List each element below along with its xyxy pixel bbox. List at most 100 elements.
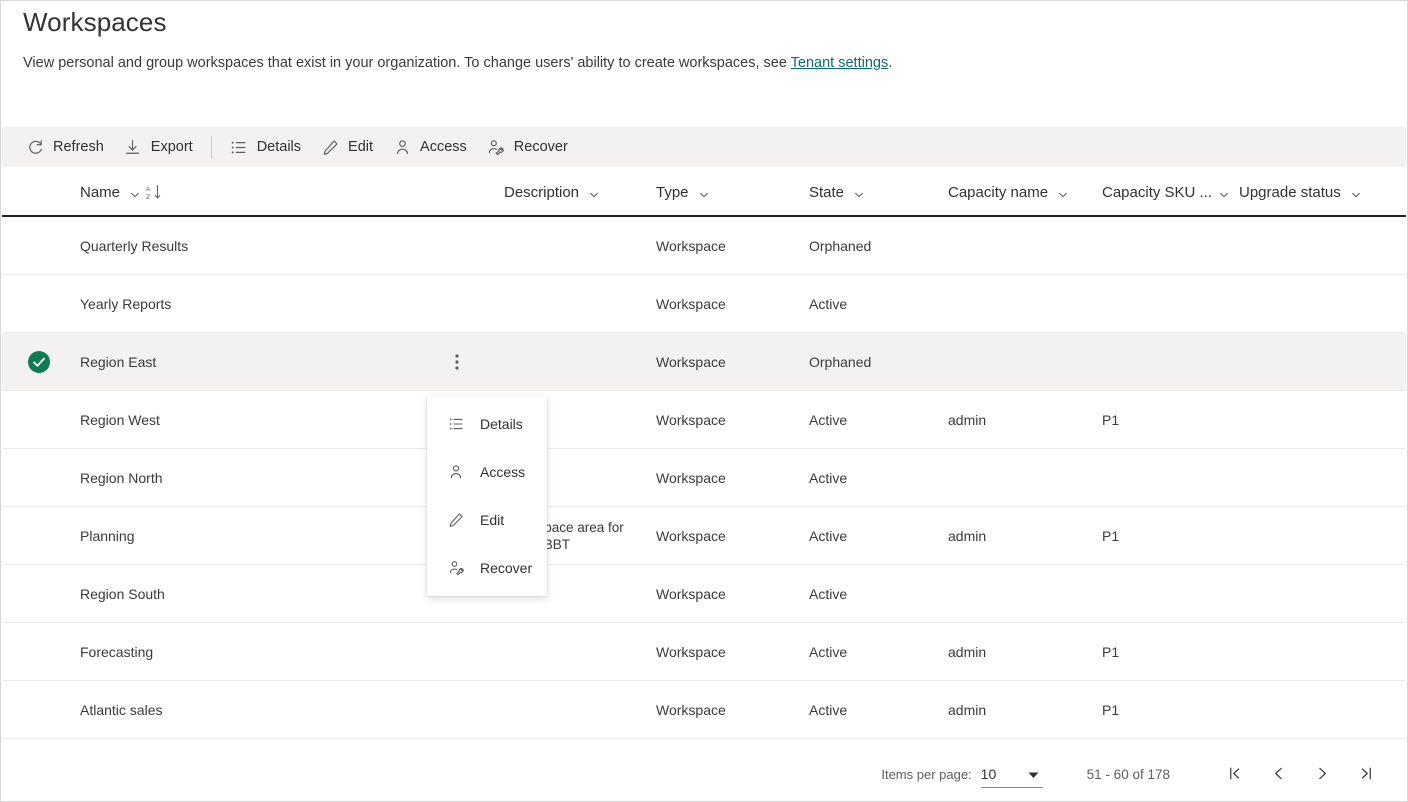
- first-page-button[interactable]: [1212, 758, 1256, 792]
- list-icon: [230, 138, 248, 156]
- cell-state: Active: [809, 391, 847, 449]
- details-label: Details: [257, 139, 301, 155]
- table-row[interactable]: Region South Workspace Active: [2, 565, 1406, 623]
- details-button[interactable]: Details: [220, 127, 311, 167]
- edit-label: Edit: [348, 139, 373, 155]
- table-row[interactable]: Atlantic salesWorkspaceActiveadminP1: [2, 681, 1406, 739]
- cell-state: Active: [809, 565, 847, 623]
- cell-name: Region South: [80, 565, 165, 623]
- last-page-button[interactable]: [1344, 758, 1388, 792]
- download-icon: [124, 138, 142, 156]
- pagination-bar: Items per page: 10 51 - 60 of 178: [2, 749, 1406, 800]
- previous-page-button[interactable]: [1256, 758, 1300, 792]
- table-row[interactable]: Region WestWorkspaceActiveadminP1: [2, 391, 1406, 449]
- workspaces-table: Name A Z Description: [2, 167, 1406, 749]
- table-row[interactable]: Region North Workspace Active: [2, 449, 1406, 507]
- recover-button[interactable]: Recover: [477, 127, 578, 167]
- cell-state: Orphaned: [809, 217, 871, 275]
- sort-ascending-icon[interactable]: A Z: [146, 184, 161, 200]
- chevron-down-icon: [1028, 766, 1039, 782]
- cell-state: Active: [809, 275, 847, 333]
- refresh-label: Refresh: [53, 139, 104, 155]
- chevron-down-icon: [1351, 187, 1361, 197]
- cell-type: Workspace: [656, 681, 726, 739]
- next-page-button[interactable]: [1300, 758, 1344, 792]
- cell-name: Atlantic sales: [80, 681, 162, 739]
- chevron-down-icon: [589, 187, 599, 197]
- cell-type: Workspace: [656, 391, 726, 449]
- person-wrench-icon: [447, 560, 464, 577]
- cell-name: Region West: [80, 391, 160, 449]
- row-more-options-button[interactable]: [446, 349, 468, 375]
- chevron-down-icon: [1058, 187, 1068, 197]
- pencil-icon: [321, 138, 339, 156]
- cell-name: Quarterly Results: [80, 217, 188, 275]
- cell-capacity_sku: P1: [1102, 623, 1119, 681]
- column-header-upgrade-status-label: Upgrade status: [1239, 184, 1341, 201]
- cell-state: Active: [809, 449, 847, 507]
- person-icon: [447, 464, 464, 481]
- table-row[interactable]: Yearly ReportsWorkspaceActive: [2, 275, 1406, 333]
- column-header-description[interactable]: Description: [504, 167, 599, 217]
- cell-capacity_name: admin: [948, 507, 986, 565]
- column-header-capacity-sku-label: Capacity SKU ...: [1102, 184, 1212, 201]
- access-label: Access: [420, 139, 467, 155]
- last-page-icon: [1359, 766, 1374, 784]
- cell-type: Workspace: [656, 507, 726, 565]
- context-menu-item-details[interactable]: Details: [427, 400, 547, 448]
- svg-text:Z: Z: [146, 194, 150, 200]
- table-row[interactable]: PlanningWorkSpace area for test in BBTWo…: [2, 507, 1406, 565]
- table-body: Quarterly ResultsWorkspaceOrphanedYearly…: [2, 217, 1406, 739]
- cell-state: Active: [809, 681, 847, 739]
- cell-type: Workspace: [656, 217, 726, 275]
- context-menu-item-recover[interactable]: Recover: [427, 544, 547, 592]
- table-row[interactable]: ForecastingWorkspaceActiveadminP1: [2, 623, 1406, 681]
- pencil-icon: [447, 512, 464, 529]
- chevron-down-icon: [699, 187, 709, 197]
- cell-name: Forecasting: [80, 623, 153, 681]
- row-selected-check-icon[interactable]: [28, 351, 50, 373]
- column-header-type-label: Type: [656, 184, 689, 201]
- cell-capacity_name: admin: [948, 623, 986, 681]
- context-menu-item-access[interactable]: Access: [427, 448, 547, 496]
- cell-name: Yearly Reports: [80, 275, 171, 333]
- recover-label: Recover: [514, 139, 568, 155]
- column-header-capacity-name-label: Capacity name: [948, 184, 1048, 201]
- column-header-state[interactable]: State: [809, 167, 864, 217]
- column-header-capacity-sku[interactable]: Capacity SKU ...: [1102, 167, 1229, 217]
- toolbar-divider: [211, 136, 212, 158]
- cell-type: Workspace: [656, 565, 726, 623]
- cell-state: Orphaned: [809, 333, 871, 391]
- cell-name: Region North: [80, 449, 163, 507]
- column-header-upgrade-status[interactable]: Upgrade status: [1239, 167, 1361, 217]
- cell-state: Active: [809, 507, 847, 565]
- first-page-icon: [1227, 766, 1242, 784]
- refresh-button[interactable]: Refresh: [16, 127, 114, 167]
- previous-page-icon: [1271, 766, 1286, 784]
- column-header-name[interactable]: Name A Z: [80, 167, 161, 217]
- items-per-page-value: 10: [981, 766, 997, 782]
- table-row[interactable]: Quarterly Results Workspace Orphaned: [2, 217, 1406, 275]
- tenant-settings-link[interactable]: Tenant settings: [791, 55, 889, 71]
- table-row[interactable]: Region EastWorkspaceOrphaned: [2, 333, 1406, 391]
- pagination-range: 51 - 60 of 178: [1087, 767, 1170, 782]
- page-subtitle: View personal and group workspaces that …: [23, 55, 892, 71]
- context-menu-item-details-label: Details: [480, 416, 523, 432]
- context-menu-item-edit-label: Edit: [480, 512, 504, 528]
- context-menu-item-edit[interactable]: Edit: [427, 496, 547, 544]
- column-header-capacity-name[interactable]: Capacity name: [948, 167, 1068, 217]
- export-button[interactable]: Export: [114, 127, 203, 167]
- refresh-icon: [26, 138, 44, 156]
- edit-button[interactable]: Edit: [311, 127, 383, 167]
- chevron-down-icon: [1219, 187, 1229, 197]
- access-button[interactable]: Access: [383, 127, 477, 167]
- cell-capacity_sku: P1: [1102, 681, 1119, 739]
- row-context-menu: Details Access Edit: [427, 396, 547, 596]
- column-header-type[interactable]: Type: [656, 167, 709, 217]
- table-header-row: Name A Z Description: [2, 167, 1406, 217]
- cell-type: Workspace: [656, 449, 726, 507]
- cell-capacity_name: admin: [948, 391, 986, 449]
- export-label: Export: [151, 139, 193, 155]
- next-page-icon: [1315, 766, 1330, 784]
- items-per-page-select[interactable]: 10: [981, 762, 1043, 788]
